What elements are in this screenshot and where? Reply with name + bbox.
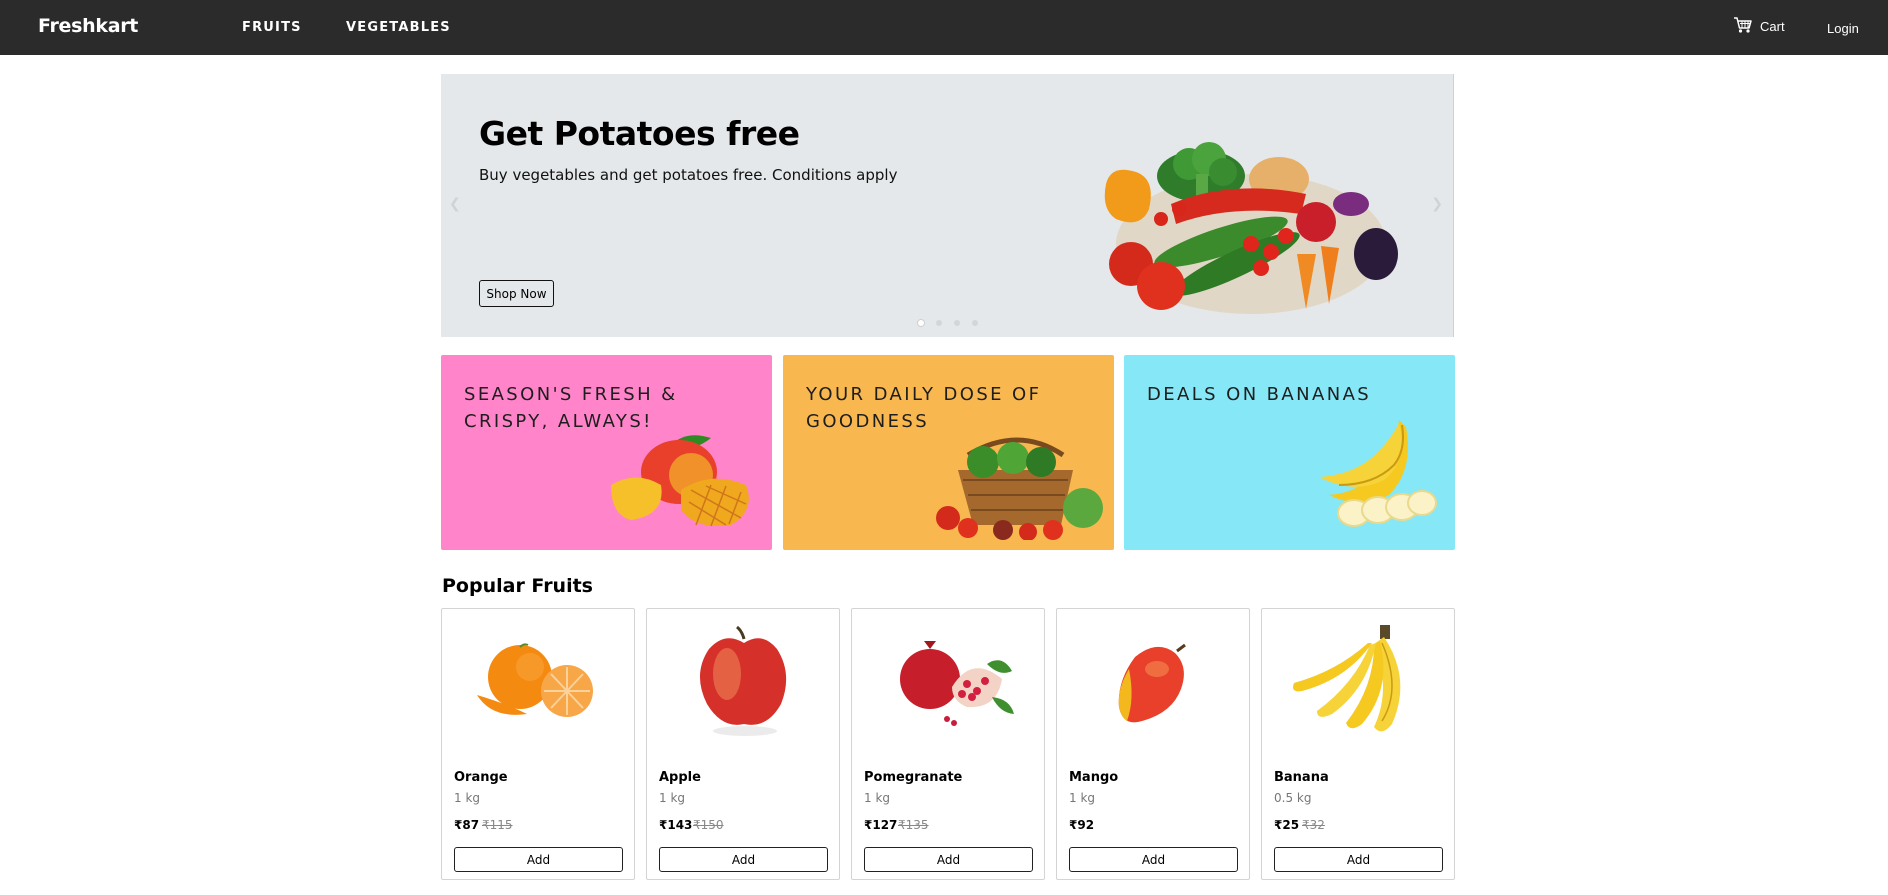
product-name: Apple (659, 770, 701, 785)
orange-image (477, 643, 593, 717)
vegetable-basket-image (936, 437, 1103, 540)
cart-button[interactable]: Cart (1733, 16, 1785, 37)
product-price: ₹127 (864, 818, 898, 832)
carousel-prev-icon[interactable]: ❮ (449, 195, 461, 212)
product-old-price: ₹135 (898, 818, 929, 832)
promo-text: YOUR DAILY DOSE OF GOODNESS (806, 384, 1042, 432)
bananas-image (1319, 420, 1437, 527)
product-price: ₹25 (1274, 818, 1300, 832)
login-link[interactable]: Login (1827, 21, 1859, 36)
carousel-indicators (918, 320, 978, 326)
apple-image (699, 625, 787, 736)
hero-vegetables-image (1104, 142, 1398, 314)
add-to-cart-button[interactable]: Add (659, 847, 828, 872)
pomegranate-image (900, 641, 1014, 726)
add-to-cart-button[interactable]: Add (454, 847, 623, 872)
product-card-orange: Orange 1 kg ₹87 ₹115 Add (441, 608, 635, 880)
brand-logo[interactable]: Freshkart (38, 15, 138, 37)
product-old-price: ₹32 (1302, 818, 1325, 832)
hero-title: Get Potatoes free (479, 114, 800, 153)
nav-link-vegetables[interactable]: VEGETABLES (346, 20, 451, 35)
carousel-dot-1[interactable] (918, 320, 924, 326)
nav-link-fruits[interactable]: FRUITS (242, 20, 302, 35)
promo-card-fresh[interactable]: SEASON'S FRESH & CRISPY, ALWAYS! (441, 355, 772, 550)
product-price: ₹143 (659, 818, 693, 832)
banana-image (1293, 625, 1401, 732)
product-card-pomegranate: Pomegranate 1 kg ₹127 ₹135 Add (851, 608, 1045, 880)
product-name: Mango (1069, 770, 1119, 785)
product-old-price: ₹115 (482, 818, 513, 832)
cart-label: Cart (1760, 19, 1785, 34)
product-card-mango: Mango 1 kg ₹92 Add (1056, 608, 1250, 880)
promo-card-goodness[interactable]: YOUR DAILY DOSE OF GOODNESS (783, 355, 1114, 550)
product-old-price: ₹150 (693, 818, 724, 832)
mango-image (611, 435, 749, 527)
carousel-next-icon[interactable]: ❯ (1431, 195, 1443, 212)
promo-text: SEASON'S FRESH & CRISPY, ALWAYS! (464, 384, 678, 432)
add-to-cart-button[interactable]: Add (1274, 847, 1443, 872)
hero-subtitle: Buy vegetables and get potatoes free. Co… (479, 166, 898, 184)
carousel-dot-4[interactable] (972, 320, 978, 326)
shop-now-button[interactable]: Shop Now (479, 280, 554, 307)
promo-card-bananas[interactable]: DEALS ON BANANAS (1124, 355, 1455, 550)
product-qty: 1 kg (1069, 791, 1096, 805)
section-title-popular: Popular Fruits (442, 575, 593, 597)
product-qty: 1 kg (659, 791, 686, 805)
product-name: Pomegranate (864, 770, 963, 785)
product-qty: 1 kg (454, 791, 481, 805)
product-card-banana: Banana 0.5 kg ₹25 ₹32 Add (1261, 608, 1455, 880)
add-to-cart-button[interactable]: Add (1069, 847, 1238, 872)
hero-carousel: Get Potatoes free Buy vegetables and get… (441, 74, 1454, 337)
carousel-dot-2[interactable] (936, 320, 942, 326)
product-card-apple: Apple 1 kg ₹143 ₹150 Add (646, 608, 840, 880)
add-to-cart-button[interactable]: Add (864, 847, 1033, 872)
product-name: Orange (454, 770, 508, 785)
product-price: ₹92 (1069, 818, 1095, 832)
product-qty: 1 kg (864, 791, 891, 805)
carousel-dot-3[interactable] (954, 320, 960, 326)
product-name: Banana (1274, 770, 1329, 785)
cart-icon (1733, 16, 1753, 37)
product-qty: 0.5 kg (1274, 791, 1312, 805)
mango-image (1118, 643, 1186, 723)
product-price: ₹87 (454, 818, 480, 832)
promo-text: DEALS ON BANANAS (1147, 384, 1372, 405)
navbar: Freshkart FRUITS VEGETABLES Cart Login (0, 0, 1888, 55)
